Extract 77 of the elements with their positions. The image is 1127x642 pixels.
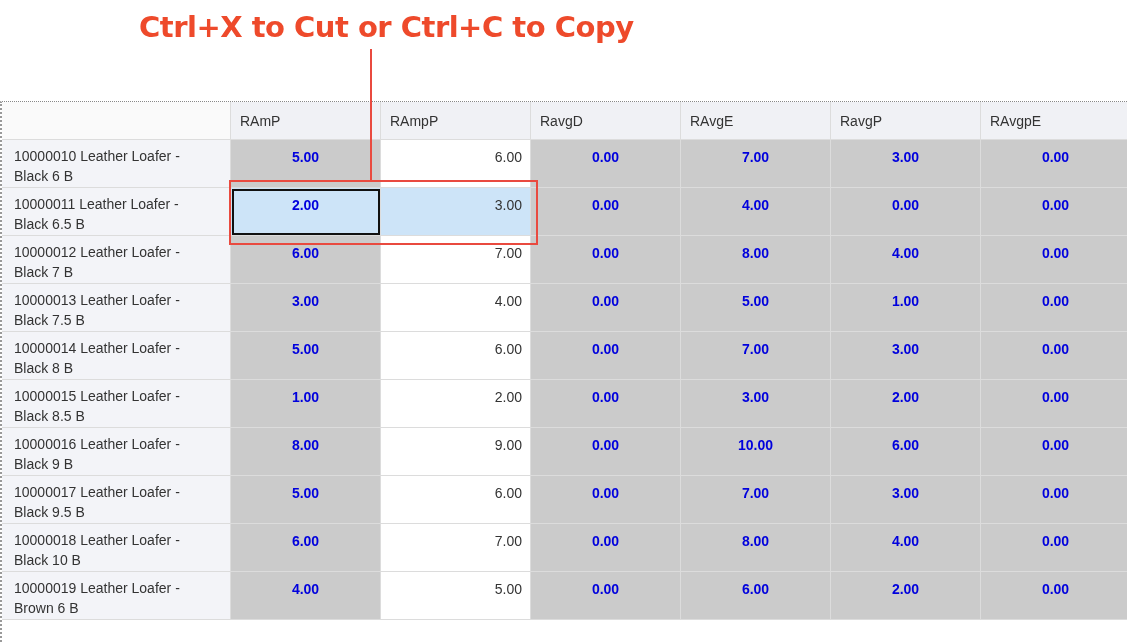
table-cell[interactable]: 0.00 xyxy=(831,188,981,236)
table-cell[interactable]: 3.00 xyxy=(381,188,531,236)
row-header: 10000016 Leather Loafer - Black 9 B xyxy=(2,428,231,476)
table-cell[interactable]: 4.00 xyxy=(681,188,831,236)
row-header: 10000011 Leather Loafer - Black 6.5 B xyxy=(2,188,231,236)
table-cell[interactable]: 0.00 xyxy=(531,572,681,620)
table-cell[interactable]: 6.00 xyxy=(381,332,531,380)
table-cell[interactable]: 0.00 xyxy=(531,284,681,332)
table-cell[interactable]: 0.00 xyxy=(981,380,1127,428)
table-cell[interactable]: 5.00 xyxy=(381,572,531,620)
table-cell[interactable]: 2.00 xyxy=(831,572,981,620)
table-cell[interactable]: 0.00 xyxy=(531,188,681,236)
column-header[interactable]: RavgD xyxy=(531,102,681,140)
row-header: 10000019 Leather Loafer - Brown 6 B xyxy=(2,572,231,620)
table-cell[interactable]: 3.00 xyxy=(681,380,831,428)
column-header[interactable]: RAvgE xyxy=(681,102,831,140)
table-cell[interactable]: 4.00 xyxy=(231,572,381,620)
table-cell[interactable]: 3.00 xyxy=(231,284,381,332)
row-header: 10000013 Leather Loafer - Black 7.5 B xyxy=(2,284,231,332)
row-header: 10000017 Leather Loafer - Black 9.5 B xyxy=(2,476,231,524)
row-header: 10000018 Leather Loafer - Black 10 B xyxy=(2,524,231,572)
table-cell[interactable]: 6.00 xyxy=(381,476,531,524)
table-cell[interactable]: 7.00 xyxy=(681,332,831,380)
table-cell[interactable]: 7.00 xyxy=(381,524,531,572)
table-cell[interactable]: 0.00 xyxy=(981,284,1127,332)
table-cell[interactable]: 6.00 xyxy=(231,524,381,572)
table-cell[interactable]: 7.00 xyxy=(681,476,831,524)
table-cell[interactable]: 6.00 xyxy=(231,236,381,284)
table-cell[interactable]: 5.00 xyxy=(231,476,381,524)
table-cell[interactable]: 0.00 xyxy=(531,332,681,380)
table-cell[interactable]: 6.00 xyxy=(681,572,831,620)
table-cell[interactable]: 0.00 xyxy=(531,380,681,428)
table-cell[interactable]: 9.00 xyxy=(381,428,531,476)
table-cell[interactable]: 1.00 xyxy=(231,380,381,428)
table-cell[interactable]: 3.00 xyxy=(831,332,981,380)
table-cell[interactable]: 3.00 xyxy=(831,476,981,524)
table-cell[interactable]: 0.00 xyxy=(981,572,1127,620)
table-cell[interactable]: 6.00 xyxy=(831,428,981,476)
table-cell[interactable]: 3.00 xyxy=(831,140,981,188)
table-cell[interactable]: 0.00 xyxy=(981,188,1127,236)
column-header[interactable]: RAmP xyxy=(231,102,381,140)
table-cell[interactable]: 5.00 xyxy=(231,332,381,380)
table-cell[interactable]: 4.00 xyxy=(831,524,981,572)
table-cell[interactable]: 2.00 xyxy=(231,188,381,236)
table-cell[interactable]: 0.00 xyxy=(981,332,1127,380)
table-cell[interactable]: 7.00 xyxy=(681,140,831,188)
table-cell[interactable]: 7.00 xyxy=(381,236,531,284)
table-cell[interactable]: 5.00 xyxy=(681,284,831,332)
table-cell[interactable]: 0.00 xyxy=(981,524,1127,572)
column-header[interactable]: RAvgpE xyxy=(981,102,1127,140)
column-header[interactable]: RAmpP xyxy=(381,102,531,140)
column-header[interactable]: RavgP xyxy=(831,102,981,140)
table-cell[interactable]: 10.00 xyxy=(681,428,831,476)
table-cell[interactable]: 4.00 xyxy=(831,236,981,284)
table-cell[interactable]: 5.00 xyxy=(231,140,381,188)
table-cell[interactable]: 8.00 xyxy=(681,236,831,284)
table-cell[interactable]: 0.00 xyxy=(531,524,681,572)
table-cell[interactable]: 8.00 xyxy=(231,428,381,476)
row-header: 10000014 Leather Loafer - Black 8 B xyxy=(2,332,231,380)
row-header: 10000015 Leather Loafer - Black 8.5 B xyxy=(2,380,231,428)
table-cell[interactable]: 0.00 xyxy=(981,428,1127,476)
row-header: 10000012 Leather Loafer - Black 7 B xyxy=(2,236,231,284)
row-header: 10000010 Leather Loafer - Black 6 B xyxy=(2,140,231,188)
table-cell[interactable]: 0.00 xyxy=(531,428,681,476)
table-cell[interactable]: 6.00 xyxy=(381,140,531,188)
table-cell[interactable]: 0.00 xyxy=(531,236,681,284)
table-cell[interactable]: 0.00 xyxy=(981,476,1127,524)
callout-title: Ctrl+X to Cut or Ctrl+C to Copy xyxy=(139,10,634,44)
table-cell[interactable]: 0.00 xyxy=(531,476,681,524)
table-cell[interactable]: 2.00 xyxy=(831,380,981,428)
table-cell[interactable]: 2.00 xyxy=(381,380,531,428)
table-cell[interactable]: 0.00 xyxy=(981,140,1127,188)
table-cell[interactable]: 4.00 xyxy=(381,284,531,332)
table-cell[interactable]: 1.00 xyxy=(831,284,981,332)
table-cell[interactable]: 8.00 xyxy=(681,524,831,572)
table-cell[interactable]: 0.00 xyxy=(531,140,681,188)
table-cell[interactable]: 0.00 xyxy=(981,236,1127,284)
